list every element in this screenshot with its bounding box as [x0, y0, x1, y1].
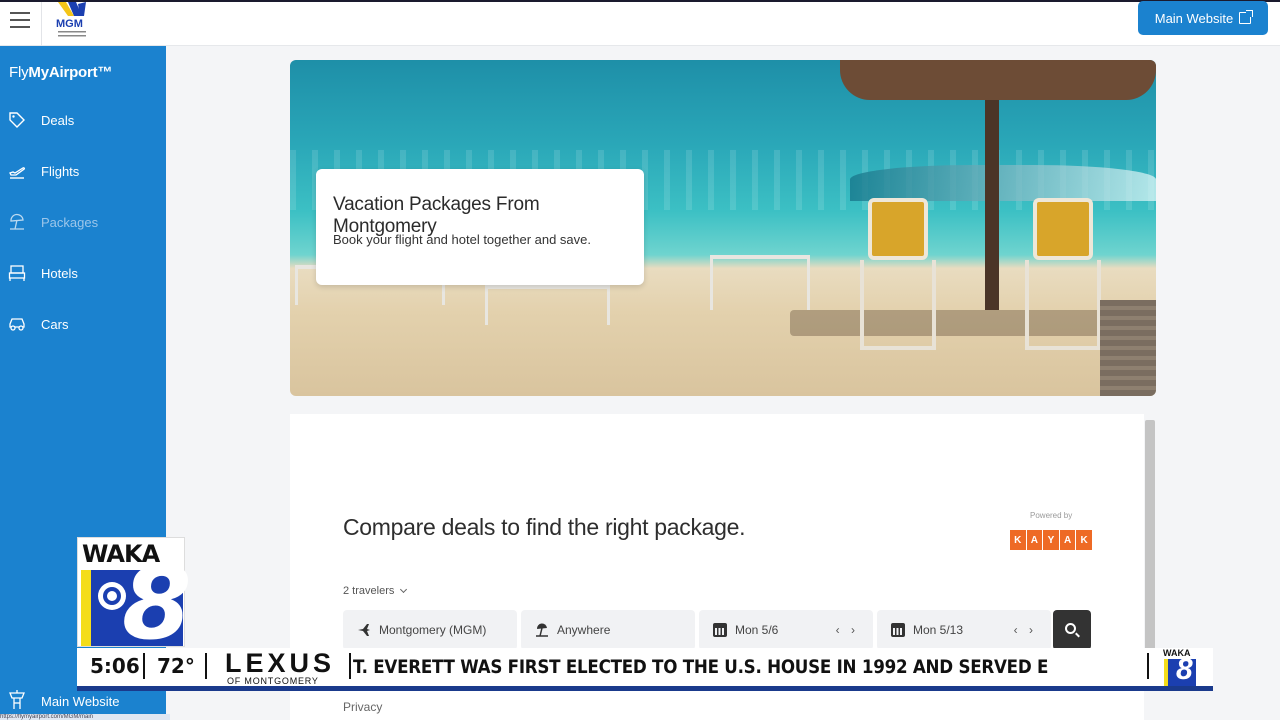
brand-name: FlyMyAirport™	[9, 64, 112, 81]
return-date-value: Mon 5/13	[913, 623, 964, 637]
external-link-icon	[1239, 10, 1254, 24]
lounge-chair	[710, 255, 810, 310]
plane-takeoff-icon	[9, 167, 26, 179]
thatched-umbrella	[840, 60, 1156, 100]
sidebar-item-flights[interactable]: Flights	[0, 151, 166, 191]
main-website-label: Main Website	[1154, 10, 1234, 26]
tag-icon	[9, 112, 25, 128]
sidebar-item-packages[interactable]: Packages	[0, 202, 166, 242]
ticker-temperature: 72°	[157, 654, 195, 678]
travelers-label: 2 travelers	[343, 585, 395, 597]
logo-yellow-stripe	[81, 570, 91, 646]
beach-umbrella-icon	[536, 623, 548, 637]
depart-date-field[interactable]: Mon 5/6 ‹ ›	[699, 610, 873, 650]
privacy-link[interactable]: Privacy	[343, 700, 382, 714]
beach-umbrella-icon	[10, 213, 24, 230]
calendar-icon	[891, 623, 905, 637]
ticker-crawl-text: T. EVERETT WAS FIRST ELECTED TO THE U.S.…	[353, 656, 1049, 678]
calendar-icon	[713, 623, 727, 637]
ticker-separator	[1147, 653, 1149, 679]
origin-value: Montgomery (MGM)	[379, 623, 487, 637]
kayak-letter: Y	[1043, 530, 1059, 550]
top-bar: MGM Main Website	[0, 0, 1280, 46]
hero-card: Vacation Packages From Montgomery Book y…	[316, 169, 644, 285]
search-icon	[1065, 623, 1076, 634]
divider	[41, 2, 42, 46]
brand-prefix: Fly	[9, 64, 29, 81]
depart-date-value: Mon 5/6	[735, 623, 779, 637]
sidebar-item-cars[interactable]: Cars	[0, 304, 166, 344]
hero-subtitle: Book your flight and hotel together and …	[333, 232, 592, 247]
travelers-dropdown[interactable]: 2 travelers	[343, 585, 408, 597]
sidebar-item-label: Flights	[41, 163, 80, 179]
main-website-button[interactable]: Main Website	[1138, 1, 1268, 35]
control-tower-icon	[9, 690, 25, 709]
mgm-logo[interactable]: MGM	[52, 2, 92, 42]
umbrella-pole	[985, 80, 999, 310]
sponsor-subtitle: OF MONTGOMERY	[227, 676, 319, 686]
search-button[interactable]	[1053, 610, 1091, 650]
ticker-separator	[143, 653, 145, 679]
chevron-down-icon	[400, 585, 408, 594]
sidebar-item-hotels[interactable]: Hotels	[0, 253, 166, 293]
kayak-letter: K	[1010, 530, 1026, 550]
ticker-separator	[205, 653, 207, 679]
ticker-separator	[349, 653, 351, 679]
boardwalk	[1100, 300, 1156, 396]
svg-text:MGM: MGM	[56, 18, 83, 30]
channel-number: 8	[122, 545, 192, 662]
destination-field[interactable]: Anywhere	[521, 610, 695, 650]
sidebar-item-deals[interactable]: Deals	[0, 100, 166, 140]
plane-icon	[358, 624, 370, 636]
scrollbar[interactable]	[1145, 420, 1155, 656]
beach-chair	[860, 198, 936, 350]
sidebar-item-label: Main Website	[41, 694, 120, 709]
date-stepper[interactable]: ‹ ›	[836, 623, 859, 637]
beach-chair	[1025, 198, 1101, 350]
origin-field[interactable]: Montgomery (MGM)	[343, 610, 517, 650]
station-logo: WAKA 8	[77, 537, 192, 654]
sidebar-item-label: Cars	[41, 316, 69, 332]
kayak-letter: A	[1026, 530, 1043, 550]
sponsor-name: LEXUS	[225, 648, 336, 678]
car-icon	[9, 318, 25, 331]
date-stepper[interactable]: ‹ ›	[1014, 623, 1037, 637]
news-ticker: 5:06 72° LEXUS OF MONTGOMERY T. EVERETT …	[77, 648, 1213, 688]
wave	[850, 165, 1156, 201]
return-date-field[interactable]: Mon 5/13 ‹ ›	[877, 610, 1051, 650]
sidebar-item-label: Deals	[41, 112, 75, 128]
sidebar-item-label: Packages	[41, 214, 99, 230]
powered-by-label: Powered by	[1030, 511, 1073, 520]
compare-title: Compare deals to find the right package.	[343, 514, 746, 540]
destination-value: Anywhere	[557, 623, 611, 637]
mini-channel-number: 8	[1176, 653, 1193, 686]
status-bar-url: https://flymyairport.com/MGM/main	[0, 714, 170, 720]
sidebar-item-label: Hotels	[41, 265, 78, 281]
menu-icon[interactable]	[10, 12, 30, 28]
ticker-time: 5:06	[90, 654, 140, 678]
kayak-letter: K	[1076, 530, 1092, 550]
bed-icon	[8, 265, 26, 281]
mini-station-logo: WAKA 8	[1162, 648, 1198, 688]
kayak-letter: A	[1059, 530, 1076, 550]
mgm-logo-graphic: MGM	[56, 2, 86, 37]
ticker-bottom-bar	[77, 686, 1213, 691]
lounge-chair	[485, 285, 610, 325]
brand-main: MyAirport™	[28, 64, 113, 81]
kayak-logo[interactable]: K A Y A K	[1010, 530, 1092, 550]
